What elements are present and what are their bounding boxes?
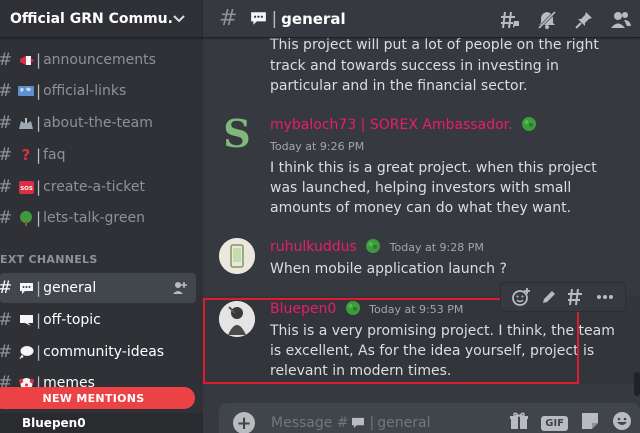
hash-icon: # xyxy=(0,113,12,133)
channel-lets-talk-green[interactable]: # | lets-talk-green xyxy=(0,203,196,233)
avatar[interactable] xyxy=(219,238,255,274)
message-text: amounts of money can do what they want. xyxy=(270,200,572,216)
gift-icon[interactable] xyxy=(509,411,529,433)
user-panel[interactable]: Bluepen0 xyxy=(0,413,203,433)
guild-name: Official GRN Commu... xyxy=(10,10,173,27)
megaphone-icon xyxy=(18,52,34,68)
message-list: This project will put a lot of people on… xyxy=(203,38,640,393)
message-timestamp: Today at 9:28 PM xyxy=(389,241,484,254)
channel-label: announcements xyxy=(43,52,156,68)
speech-balloon-icon xyxy=(351,417,365,429)
svg-text:S: S xyxy=(223,116,250,152)
tree-icon xyxy=(521,116,537,132)
channel-label: lets-talk-green xyxy=(43,210,145,226)
add-reaction-icon[interactable] xyxy=(511,287,531,307)
guild-header[interactable]: Official GRN Commu... xyxy=(0,0,203,38)
message-author[interactable]: ruhulkuddus Today at 9:28 PM xyxy=(270,238,484,255)
gif-button[interactable]: GIF xyxy=(541,415,568,431)
attach-plus-icon[interactable]: + xyxy=(233,412,255,433)
chevron-down-icon[interactable] xyxy=(173,13,185,25)
channel-general[interactable]: # | general xyxy=(0,273,196,303)
create-thread-icon[interactable] xyxy=(567,287,587,307)
message-author[interactable]: mybaloch73 | SOREX Ambassador. xyxy=(270,116,537,133)
hash-icon: # xyxy=(0,145,12,165)
channel-label: off-topic xyxy=(43,312,101,328)
sos-icon: SOS xyxy=(18,179,34,195)
mute-notifications-icon[interactable] xyxy=(536,9,558,31)
category-header[interactable]: EXT CHANNELS xyxy=(0,253,98,266)
scrollbar[interactable] xyxy=(634,372,640,396)
message-text: track and towards success in investing i… xyxy=(270,58,559,74)
add-user-icon[interactable] xyxy=(172,280,188,296)
chat-area: # | general This project will put a lot … xyxy=(203,0,640,433)
hash-icon: # xyxy=(0,310,12,330)
header-toolbar xyxy=(499,9,632,31)
stadium-icon xyxy=(18,115,34,131)
hash-icon: # xyxy=(219,6,238,31)
message-input[interactable]: Message # | general xyxy=(271,415,430,431)
hash-icon: # xyxy=(0,177,12,197)
channel-label: official-links xyxy=(43,83,127,99)
message-actions-toolbar xyxy=(500,282,626,312)
channel-announcements[interactable]: # | announcements xyxy=(0,45,196,75)
new-mentions-pill[interactable]: NEW MENTIONS xyxy=(0,387,195,409)
speech-left-icon xyxy=(18,312,34,328)
placeholder-channel: general xyxy=(377,415,431,431)
message-timestamp: Today at 9:26 PM xyxy=(270,140,365,153)
emoji-picker-icon[interactable] xyxy=(612,411,632,433)
message-text: When mobile application launch ? xyxy=(270,261,507,277)
thought-balloon-icon xyxy=(18,344,34,360)
threads-icon[interactable] xyxy=(499,9,521,31)
hash-icon: # xyxy=(0,278,12,298)
message-composer[interactable]: + Message # | general GIF xyxy=(219,403,640,433)
more-options-icon[interactable] xyxy=(595,287,615,307)
avatar[interactable]: S xyxy=(219,116,255,152)
placeholder-prefix: Message # xyxy=(271,415,349,431)
author-name: mybaloch73 | SOREX Ambassador. xyxy=(270,117,513,133)
author-name: ruhulkuddus xyxy=(270,239,357,255)
channel-label: general xyxy=(43,280,97,296)
world-map-icon xyxy=(18,83,34,99)
sticker-icon[interactable] xyxy=(580,411,600,433)
channel-faq[interactable]: # ? | faq xyxy=(0,140,196,170)
svg-text:SOS: SOS xyxy=(20,186,33,192)
channel-sidebar: Official GRN Commu... # | announcements … xyxy=(0,0,203,433)
message-text: This project will put a lot of people on… xyxy=(270,38,599,53)
channel-label: faq xyxy=(43,147,66,163)
speech-balloon-icon xyxy=(18,280,34,296)
channel-about-the-team[interactable]: # | about-the-team xyxy=(0,108,196,138)
speech-balloon-icon xyxy=(249,11,267,27)
tree-icon xyxy=(365,238,381,254)
channel-off-topic[interactable]: # | off-topic xyxy=(0,305,196,335)
hash-icon: # xyxy=(0,342,12,362)
hash-icon: # xyxy=(0,81,12,101)
discord-app: Official GRN Commu... # | announcements … xyxy=(0,0,640,433)
question-mark-icon: ? xyxy=(21,146,31,164)
user-name: Bluepen0 xyxy=(22,416,86,430)
channel-title: general xyxy=(281,9,346,28)
pin-icon[interactable] xyxy=(573,9,595,31)
channel-create-a-ticket[interactable]: # SOS | create-a-ticket xyxy=(0,172,196,202)
channel-community-ideas[interactable]: # | community-ideas xyxy=(0,337,196,367)
message-text: particular and in the financial sector. xyxy=(270,78,528,94)
hash-icon: # xyxy=(0,50,12,70)
channel-label: community-ideas xyxy=(43,344,165,360)
edit-icon[interactable] xyxy=(539,287,559,307)
hash-icon: # xyxy=(0,208,12,228)
message-text: I think this is a great project. when th… xyxy=(270,160,597,176)
tree-icon xyxy=(18,210,34,226)
composer-toolbar: GIF xyxy=(509,411,632,433)
channel-label: create-a-ticket xyxy=(43,179,145,195)
channel-official-links[interactable]: # | official-links xyxy=(0,76,196,106)
message-text: was launched, helping investors with sma… xyxy=(270,180,572,196)
channel-header: # | general xyxy=(203,0,640,38)
member-list-icon[interactable] xyxy=(610,9,632,31)
channel-label: about-the-team xyxy=(43,115,153,131)
